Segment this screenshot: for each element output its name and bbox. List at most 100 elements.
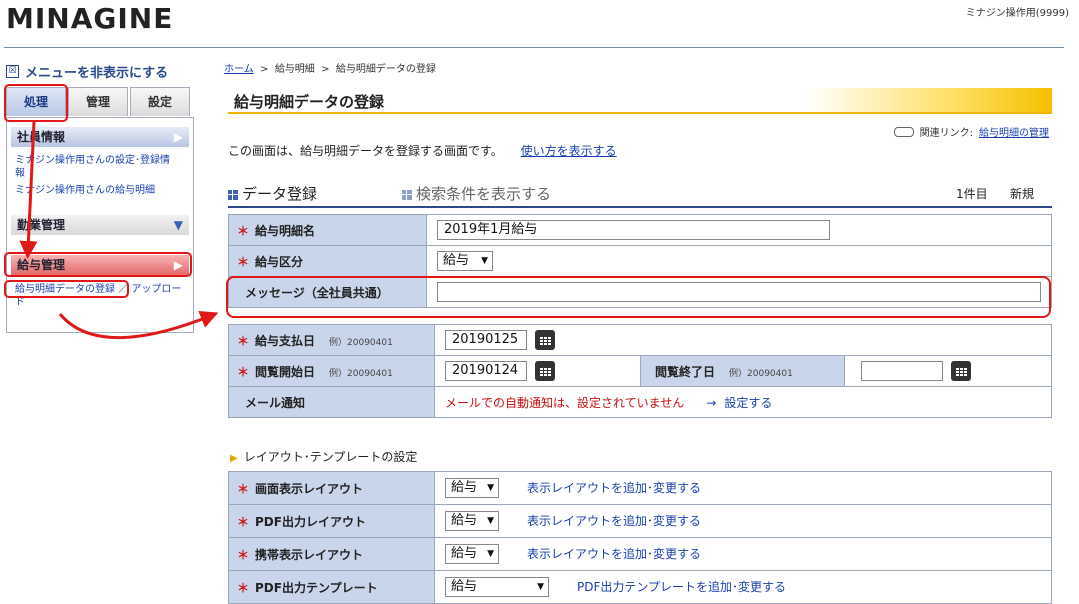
dropdown-arrow-icon: ▼ (537, 582, 544, 592)
user-name: ミナジン操作用(9999) (965, 8, 1069, 19)
dropdown-arrow-icon: ▼ (481, 256, 488, 266)
add-layout-link[interactable]: 表示レイアウトを追加･変更する (527, 547, 701, 561)
tab-management[interactable]: 管理 (68, 87, 128, 116)
field-label: ＊ PDF出力レイアウト (228, 504, 435, 538)
intro-description: この画面は、給与明細データを登録する画面です。 (228, 144, 503, 158)
layout-form: ＊ 画面表示レイアウト 給与 ▼ 表示レイアウトを追加･変更する ＊ PDF出力レイアウ… (228, 471, 1052, 604)
form-row: ＊ 閲覧開始日 例）20090401 20190124 閲覧終了日 例）2009040… (228, 355, 1052, 387)
sidebar-link-payslip[interactable]: ミナジン操作用さんの給与明細 (15, 184, 155, 197)
related-label: 関連リンク: (919, 128, 973, 139)
form-row: ＊ 給与明細名 2019年1月給与 (228, 214, 1052, 246)
add-layout-link[interactable]: 表示レイアウトを追加･変更する (527, 481, 701, 495)
dropdown-arrow-icon: ▼ (487, 549, 494, 559)
pdf-template-select[interactable]: 給与 ▼ (445, 577, 549, 597)
required-mark: ＊ (237, 223, 250, 238)
select-value: 給与 (451, 546, 478, 561)
payslip-type-select[interactable]: 給与 ▼ (437, 251, 493, 271)
record-count: 1件目 (956, 187, 988, 201)
breadcrumb-sep: > (260, 64, 269, 75)
select-value: 給与 (451, 513, 478, 528)
breadcrumb-item: 給与明細 (274, 64, 315, 75)
field-label: ＊ 給与明細名 (228, 214, 427, 246)
page-title-bar: 給与明細データの登録 (228, 88, 1052, 114)
view-start-input[interactable]: 20190124 (445, 361, 527, 381)
required-mark: ＊ (237, 514, 250, 529)
dropdown-arrow-icon: ▼ (487, 516, 494, 526)
payslip-dates-form: ＊ 給与支払日例）20090401 20190125 ＊ 閲覧開始日 例）200904… (228, 324, 1052, 418)
search-toggle[interactable]: 検索条件を表示する (402, 183, 551, 204)
calendar-icon[interactable] (535, 330, 555, 350)
payslip-name-input[interactable]: 2019年1月給与 (437, 220, 830, 240)
new-link[interactable]: 新規 (1010, 185, 1034, 202)
form-row: ＊ 給与支払日 例）20090401 20190125 (228, 324, 1052, 356)
required-mark: ＊ (237, 547, 250, 562)
layout-heading-label: レイアウト･テンプレートの設定 (243, 450, 418, 464)
layout-template-heading: ▶ レイアウト･テンプレートの設定 (230, 448, 417, 465)
sidebar-section-label: 勤業管理 (17, 218, 66, 232)
required-mark: ＊ (237, 254, 250, 269)
link-chain-icon (893, 126, 914, 137)
field-label: ＊ PDF出力テンプレート (228, 570, 435, 604)
howto-link[interactable]: 使い方を表示する (521, 144, 617, 158)
field-value: 2019年1月給与 (426, 214, 1052, 246)
required-mark: ＊ (237, 333, 250, 348)
field-value: 給与 ▼ PDF出力テンプレートを追加･変更する (434, 570, 1052, 604)
pay-date-input[interactable]: 20190125 (445, 330, 527, 350)
toggle-menu-button[interactable]: ☒ メニューを非表示にする (6, 62, 168, 81)
view-start-label: 閲覧開始日 (255, 364, 316, 379)
view-end-input[interactable] (861, 361, 943, 381)
annotation-highlight-message (226, 276, 1051, 318)
toggle-menu-label: メニューを非表示にする (25, 66, 169, 81)
search-toggle-label: 検索条件を表示する (416, 185, 552, 203)
arrow-right-icon: ▶ (173, 130, 183, 144)
add-template-link[interactable]: PDF出力テンプレートを追加･変更する (577, 580, 786, 594)
minagine-logo: MINAGINE (6, 2, 174, 35)
mobile-layout-select[interactable]: 給与 ▼ (445, 544, 499, 564)
mail-setting-link[interactable]: 設定する (724, 396, 772, 410)
form-row: ＊ PDF出力レイアウト 給与 ▼ 表示レイアウトを追加･変更する (228, 504, 1052, 538)
calendar-icon[interactable] (535, 361, 555, 381)
calendar-icon[interactable] (951, 361, 971, 381)
arrow-right-icon: → (706, 395, 717, 410)
annotation-highlight-register-link (4, 280, 129, 298)
grid-icon (228, 190, 238, 200)
required-mark: ＊ (237, 481, 250, 496)
date-example: 例）20090401 (729, 368, 793, 379)
sidebar-link-settings[interactable]: ミナジン操作用さんの設定･登録情報 (15, 154, 175, 180)
pdf-layout-label: PDF出力レイアウト (255, 514, 366, 529)
field-value: 給与 ▼ 表示レイアウトを追加･変更する (434, 537, 1052, 571)
field-value (844, 355, 1052, 387)
related-links: 関連リンク: 給与明細の管理 (893, 124, 1049, 139)
field-label: 閲覧終了日 例）20090401 (640, 355, 845, 387)
pay-date-label: 給与支払日 (255, 333, 316, 348)
related-link-payslip-manage[interactable]: 給与明細の管理 (979, 124, 1049, 139)
header-divider (4, 47, 1064, 48)
field-label: ＊ 閲覧開始日 例）20090401 (228, 355, 435, 387)
screen-layout-select[interactable]: 給与 ▼ (445, 478, 499, 498)
field-value: 給与 ▼ 表示レイアウトを追加･変更する (434, 471, 1052, 505)
sidebar-section-attendance[interactable]: 勤業管理 ▼ (11, 215, 189, 235)
add-layout-link[interactable]: 表示レイアウトを追加･変更する (527, 514, 701, 528)
breadcrumb-home[interactable]: ホーム (224, 64, 254, 75)
data-register-section-header: データ登録 検索条件を表示する 1件目 新規 (228, 182, 1052, 208)
arrow-down-icon: ▼ (173, 218, 183, 232)
field-value: 20190124 (434, 355, 641, 387)
field-label: ＊ 給与支払日 例）20090401 (228, 324, 435, 356)
pdf-layout-select[interactable]: 給与 ▼ (445, 511, 499, 531)
dropdown-arrow-icon: ▼ (487, 483, 494, 493)
required-mark: ＊ (237, 364, 250, 379)
field-value: メールでの自動通知は、設定されていません → 設定する (434, 386, 1052, 418)
page-title: 給与明細データの登録 (234, 93, 385, 111)
field-value: 20190125 (434, 324, 1052, 356)
grid-icon (402, 190, 412, 200)
type-label: 給与区分 (255, 254, 304, 269)
sidebar-section-employee[interactable]: 社員情報 ▶ (11, 127, 189, 147)
tab-settings[interactable]: 設定 (130, 87, 190, 116)
screen-layout-label: 画面表示レイアウト (255, 481, 364, 496)
form-row: ＊ 画面表示レイアウト 給与 ▼ 表示レイアウトを追加･変更する (228, 471, 1052, 505)
field-label: ＊ 画面表示レイアウト (228, 471, 435, 505)
field-value: 給与 ▼ 表示レイアウトを追加･変更する (434, 504, 1052, 538)
annotation-highlight-payroll (4, 252, 192, 277)
sidebar-menu: 社員情報 ▶ ミナジン操作用さんの設定･登録情報 ミナジン操作用さんの給与明細 … (6, 117, 194, 333)
view-end-label: 閲覧終了日 (655, 364, 716, 379)
